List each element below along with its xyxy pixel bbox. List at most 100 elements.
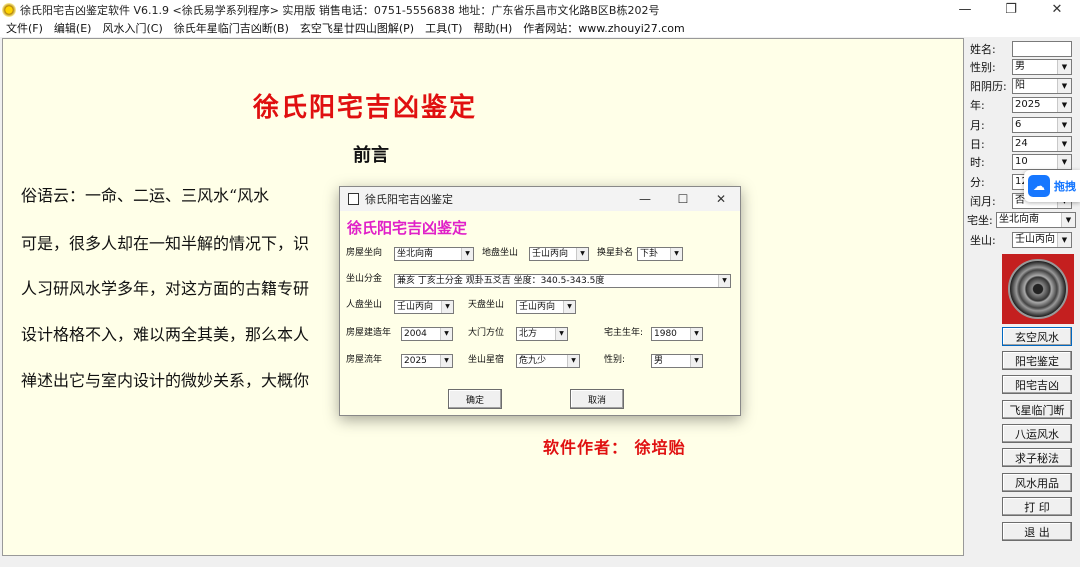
chevron-down-icon: ▼ — [1057, 137, 1071, 151]
star-select[interactable]: 危九少 ▼ — [516, 354, 580, 368]
dialog-maximize-button[interactable]: ☐ — [664, 187, 702, 211]
day-label: 日: — [970, 138, 985, 151]
dialog-gender-label: 性别: — [604, 355, 626, 365]
door-direction-select[interactable]: 北方 ▼ — [516, 327, 568, 341]
mountain-label: 坐山: — [970, 234, 996, 247]
chevron-down-icon: ▼ — [1057, 155, 1071, 169]
menu-help[interactable]: 帮助(H) — [473, 20, 512, 36]
gender-value: 男 — [1015, 61, 1025, 72]
drag-float-tab[interactable]: ☁ 拖拽 — [1024, 170, 1080, 202]
house-sit-label: 宅坐: — [967, 214, 993, 227]
document-subtitle: 前言 — [353, 145, 389, 166]
chevron-down-icon: ▼ — [1057, 98, 1071, 112]
menu-file[interactable]: 文件(F) — [6, 20, 43, 36]
human-mountain-select[interactable]: 壬山丙向 ▼ — [394, 300, 454, 314]
close-button[interactable]: ✕ — [1034, 0, 1080, 19]
chevron-down-icon: ▼ — [440, 355, 452, 367]
star-value: 危九少 — [519, 356, 547, 366]
eight-period-button[interactable]: 八运风水 — [1002, 424, 1072, 443]
fertility-method-button[interactable]: 求子秘法 — [1002, 448, 1072, 467]
leap-label: 闰月: — [970, 195, 996, 208]
flow-year-select[interactable]: 2025 ▼ — [401, 354, 453, 368]
replace-gua-select[interactable]: 下卦 ▼ — [637, 247, 683, 261]
replace-gua-label: 换星卦名 — [597, 248, 634, 258]
name-row: 姓名: — [970, 41, 1072, 57]
chevron-down-icon: ▼ — [440, 328, 452, 340]
maximize-button[interactable]: ❐ — [988, 0, 1034, 19]
house-appraisal-button[interactable]: 阳宅鉴定 — [1002, 351, 1072, 370]
build-year-label: 房屋建造年 — [346, 328, 392, 338]
gender-select[interactable]: 男 ▼ — [1012, 59, 1072, 75]
month-label: 月: — [970, 119, 985, 132]
heaven-mountain-label: 天盘坐山 — [468, 300, 505, 310]
menu-year-star[interactable]: 徐氏年星临门吉凶断(B) — [174, 20, 289, 36]
name-label: 姓名: — [970, 43, 996, 56]
sit-division-select[interactable]: 兼亥 丁亥土分金 观卦五爻吉 坐度：340.5-343.5度 ▼ — [394, 274, 731, 288]
chevron-down-icon: ▼ — [690, 328, 702, 340]
minute-label: 分: — [970, 176, 985, 189]
chevron-down-icon: ▼ — [461, 248, 473, 260]
heaven-mountain-select[interactable]: 壬山丙向 ▼ — [516, 300, 576, 314]
dialog-title-bar: 徐氏阳宅吉凶鉴定 — ☐ ✕ — [340, 187, 740, 211]
menu-edit[interactable]: 编辑(E) — [54, 20, 92, 36]
cancel-button[interactable]: 取消 — [570, 389, 624, 409]
calendar-select[interactable]: 阳 ▼ — [1012, 78, 1072, 94]
chevron-down-icon: ▼ — [1061, 213, 1075, 227]
xuankong-fengshui-button[interactable]: 玄空风水 — [1002, 327, 1072, 346]
owner-year-label: 宅主生年: — [604, 328, 644, 338]
chevron-down-icon: ▼ — [670, 248, 682, 260]
human-mountain-label: 人盘坐山 — [346, 300, 383, 310]
mountain-row: 坐山: 壬山丙向 ▼ — [970, 232, 1072, 248]
human-mountain-value: 壬山丙向 — [397, 302, 434, 312]
chevron-down-icon: ▼ — [441, 301, 453, 313]
dialog-gender-value: 男 — [654, 356, 664, 366]
hour-select[interactable]: 10 ▼ — [1012, 154, 1072, 170]
house-sit-row: 宅坐: 坐北向南 ▼ — [967, 212, 1076, 228]
flying-star-button[interactable]: 飞星临门断 — [1002, 400, 1072, 419]
build-year-value: 2004 — [404, 329, 427, 339]
document-author: 软件作者： 徐培贻 — [543, 438, 686, 457]
house-sit-select[interactable]: 坐北向南 ▼ — [996, 212, 1076, 228]
month-select[interactable]: 6 ▼ — [1012, 117, 1072, 133]
document-line: 可是，很多人却在一知半解的情况下，识 — [21, 234, 310, 253]
hour-row: 时: 10 ▼ — [970, 154, 1072, 170]
day-select[interactable]: 24 ▼ — [1012, 136, 1072, 152]
minimize-button[interactable]: — — [942, 0, 988, 19]
luopan-compass-image — [1002, 254, 1074, 324]
earth-mountain-select[interactable]: 壬山丙向 ▼ — [529, 247, 589, 261]
sit-division-value: 兼亥 丁亥土分金 观卦五爻吉 坐度：340.5-343.5度 — [397, 276, 605, 286]
chevron-down-icon: ▼ — [1057, 79, 1071, 93]
menu-fengshui-intro[interactable]: 风水入门(C) — [102, 20, 162, 36]
owner-year-select[interactable]: 1980 ▼ — [651, 327, 703, 341]
name-input[interactable] — [1012, 41, 1072, 57]
fengshui-goods-button[interactable]: 风水用品 — [1002, 473, 1072, 492]
ok-button[interactable]: 确定 — [448, 389, 502, 409]
document-line: 设计格格不入，难以两全其美，那么本人 — [21, 325, 310, 344]
hour-value: 10 — [1015, 156, 1028, 167]
menu-tools[interactable]: 工具(T) — [425, 20, 462, 36]
dialog-controls: — ☐ ✕ — [626, 187, 740, 211]
appraisal-dialog: 徐氏阳宅吉凶鉴定 — ☐ ✕ 徐氏阳宅吉凶鉴定 房屋坐向 坐北向南 ▼ 地盘坐山 … — [339, 186, 741, 416]
mountain-select[interactable]: 壬山丙向 ▼ — [1012, 232, 1072, 248]
house-facing-select[interactable]: 坐北向南 ▼ — [394, 247, 474, 261]
menu-author-site[interactable]: 作者网站：www.zhouyi27.com — [523, 20, 684, 36]
window-title: 徐氏阳宅吉凶鉴定软件 V6.1.9 <徐氏易学系列程序> 实用版 销售电话：07… — [20, 3, 660, 17]
chevron-down-icon: ▼ — [576, 248, 588, 260]
print-button[interactable]: 打 印 — [1002, 497, 1072, 516]
year-select[interactable]: 2025 ▼ — [1012, 97, 1072, 113]
star-label: 坐山星宿 — [468, 355, 505, 365]
gender-label: 性别: — [970, 61, 996, 74]
dialog-close-button[interactable]: ✕ — [702, 187, 740, 211]
build-year-select[interactable]: 2004 ▼ — [401, 327, 453, 341]
earth-mountain-label: 地盘坐山 — [482, 248, 519, 258]
dialog-gender-select[interactable]: 男 ▼ — [651, 354, 703, 368]
compass-disc-icon — [1008, 259, 1068, 319]
door-direction-label: 大门方位 — [468, 328, 505, 338]
chevron-down-icon: ▼ — [567, 355, 579, 367]
exit-button[interactable]: 退 出 — [1002, 522, 1072, 541]
year-label: 年: — [970, 99, 985, 112]
menu-xuankong[interactable]: 玄空飞星廿四山图解(P) — [300, 20, 414, 36]
app-window: 徐氏阳宅吉凶鉴定软件 V6.1.9 <徐氏易学系列程序> 实用版 销售电话：07… — [0, 0, 1080, 567]
dialog-minimize-button[interactable]: — — [626, 187, 664, 211]
house-fortune-button[interactable]: 阳宅吉凶 — [1002, 375, 1072, 394]
